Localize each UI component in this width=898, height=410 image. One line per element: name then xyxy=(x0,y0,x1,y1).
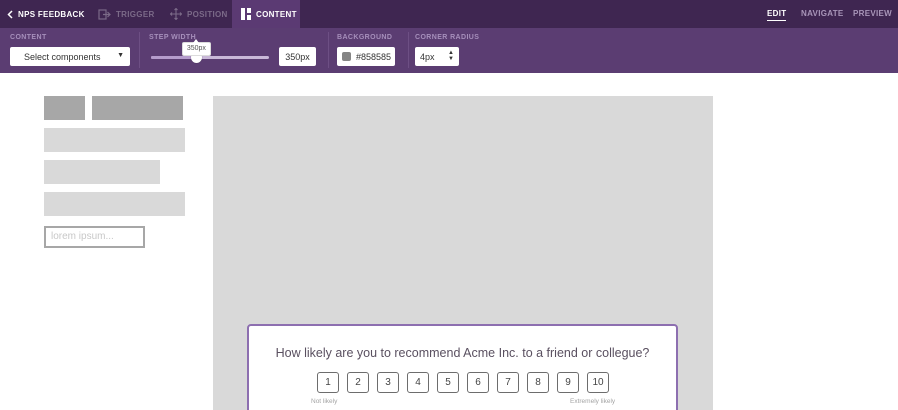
background-group: BACKGROUND #858585 xyxy=(337,28,407,73)
component-placeholder[interactable] xyxy=(44,128,185,152)
chevron-left-icon xyxy=(7,9,13,19)
score-button-8[interactable]: 8 xyxy=(527,372,549,393)
background-color-picker[interactable]: #858585 xyxy=(337,47,395,66)
step-width-label: STEP WIDTH xyxy=(149,34,197,41)
mode-preview[interactable]: PREVIEW xyxy=(853,0,892,28)
back-button-label: NPS FEEDBACK xyxy=(18,9,85,19)
mode-navigate[interactable]: NAVIGATE xyxy=(801,0,844,28)
score-button-1[interactable]: 1 xyxy=(317,372,339,393)
score-button-5[interactable]: 5 xyxy=(437,372,459,393)
step-width-slider-fill xyxy=(151,56,196,59)
component-placeholder[interactable] xyxy=(44,96,85,120)
score-button-10[interactable]: 10 xyxy=(587,372,609,393)
tab-position[interactable]: POSITION xyxy=(170,0,228,28)
extremely-likely-label: Extremely likely xyxy=(570,398,616,405)
component-placeholder[interactable] xyxy=(44,192,185,216)
background-label: BACKGROUND xyxy=(337,34,393,41)
stepper-arrows-icon[interactable]: ▲ ▼ xyxy=(448,50,454,62)
content-label: CONTENT xyxy=(10,34,47,41)
score-button-2[interactable]: 2 xyxy=(347,372,369,393)
step-width-tooltip: 350px xyxy=(181,39,211,56)
score-button-6[interactable]: 6 xyxy=(467,372,489,393)
top-navigation-bar: NPS FEEDBACK TRIGGER POSITION CONTENT ED… xyxy=(0,0,898,28)
exit-arrow-icon xyxy=(98,8,111,20)
back-button[interactable]: NPS FEEDBACK xyxy=(7,0,85,28)
components-select-value: Select components xyxy=(24,51,101,62)
toolbar-divider xyxy=(328,32,329,68)
mode-edit[interactable]: EDIT xyxy=(767,0,787,28)
corner-radius-label: CORNER RADIUS xyxy=(415,34,480,41)
score-button-4[interactable]: 4 xyxy=(407,372,429,393)
tab-content[interactable]: CONTENT xyxy=(232,0,300,28)
corner-radius-stepper[interactable]: 4px ▲ ▼ xyxy=(415,47,459,66)
text-input-component[interactable]: lorem ipsum... xyxy=(44,226,145,248)
toolbar-divider xyxy=(408,32,409,68)
tab-position-label: POSITION xyxy=(187,9,228,19)
caret-down-icon: ▼ xyxy=(117,52,124,59)
move-arrows-icon xyxy=(170,8,182,20)
tab-trigger[interactable]: TRIGGER xyxy=(98,0,155,28)
color-swatch xyxy=(342,52,351,61)
tab-trigger-label: TRIGGER xyxy=(116,9,155,19)
components-select[interactable]: Select components ▼ xyxy=(10,47,130,66)
corner-radius-value: 4px xyxy=(420,51,435,62)
nps-survey-card[interactable]: How likely are you to recommend Acme Inc… xyxy=(247,324,678,410)
step-width-input[interactable]: 350px xyxy=(279,47,316,66)
step-width-group: STEP WIDTH 350px xyxy=(149,28,319,73)
background-color-value: #858585 xyxy=(356,51,392,62)
component-placeholder[interactable] xyxy=(92,96,183,120)
component-placeholder[interactable] xyxy=(44,160,160,184)
properties-toolbar: CONTENT Select components ▼ STEP WIDTH 3… xyxy=(0,28,898,73)
not-likely-label: Not likely xyxy=(311,398,338,405)
tab-content-label: CONTENT xyxy=(256,9,297,19)
toolbar-divider xyxy=(139,32,140,68)
content-group: CONTENT Select components ▼ xyxy=(10,28,132,73)
corner-radius-group: CORNER RADIUS 4px ▲ ▼ xyxy=(415,28,479,73)
score-button-3[interactable]: 3 xyxy=(377,372,399,393)
step-width-slider-track[interactable] xyxy=(151,56,269,59)
score-button-9[interactable]: 9 xyxy=(557,372,579,393)
layout-blocks-icon xyxy=(241,8,251,20)
survey-question: How likely are you to recommend Acme Inc… xyxy=(275,346,650,360)
score-buttons: 1 2 3 4 5 6 7 8 9 10 xyxy=(317,372,617,393)
score-button-7[interactable]: 7 xyxy=(497,372,519,393)
